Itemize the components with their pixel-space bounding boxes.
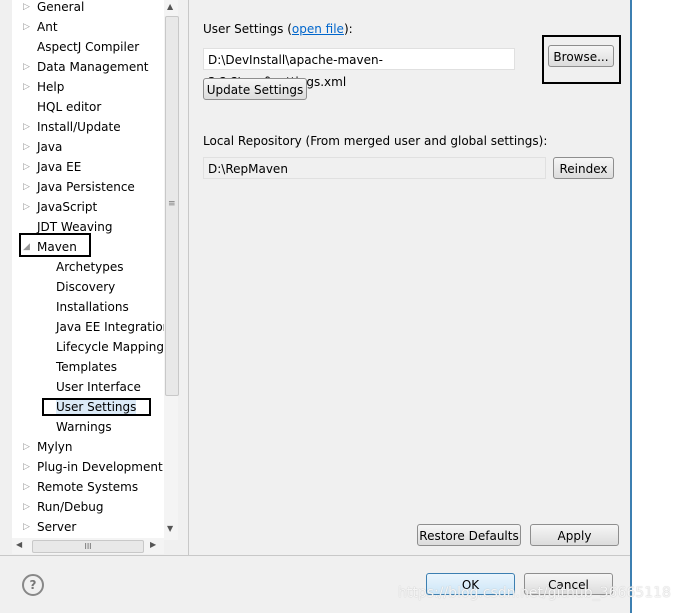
highlight-box bbox=[19, 233, 91, 257]
collapsed-twisty-icon[interactable]: ▷ bbox=[23, 157, 30, 177]
tree-item[interactable]: Java EE Integration bbox=[56, 317, 170, 337]
scroll-left-icon[interactable]: ◀ bbox=[16, 540, 22, 549]
collapsed-twisty-icon[interactable]: ▷ bbox=[23, 17, 30, 37]
highlight-box-browse bbox=[542, 35, 621, 84]
tree-item-label: User Interface bbox=[56, 380, 141, 394]
preferences-dialog: ▷ General ▷ Ant AspectJ Compiler ▷ Data Manage… bbox=[0, 0, 632, 613]
tree-item-label: Data Management bbox=[37, 60, 149, 74]
tree-item-label: Archetypes bbox=[56, 260, 124, 274]
watermark: https://blog.csdn.net/github_36665118 bbox=[398, 585, 671, 601]
tree-item[interactable]: ▷ Remote Systems bbox=[23, 477, 139, 497]
tree-item[interactable]: ▷ Mylyn bbox=[23, 437, 73, 457]
tree-item-label: Install/Update bbox=[37, 120, 121, 134]
tree-item-label: Warnings bbox=[56, 420, 112, 434]
tree-item[interactable]: Warnings bbox=[56, 417, 112, 437]
scroll-right-icon[interactable]: ▶ bbox=[150, 540, 156, 549]
tree-item[interactable]: User Interface bbox=[56, 377, 141, 397]
tree-item-label: Server bbox=[37, 520, 77, 534]
tree-item[interactable]: ▷ Run/Debug bbox=[23, 497, 104, 517]
collapsed-twisty-icon[interactable]: ▷ bbox=[23, 137, 30, 157]
tree-item[interactable]: Discovery bbox=[56, 277, 115, 297]
scroll-thumb[interactable]: ≡ bbox=[165, 16, 179, 396]
reindex-button[interactable]: Reindex bbox=[553, 157, 614, 179]
hscroll-thumb[interactable]: III bbox=[32, 540, 144, 553]
footer-divider bbox=[0, 555, 630, 556]
tree-item[interactable]: ▷ Server bbox=[23, 517, 77, 537]
tree-item-label: Java EE bbox=[37, 160, 82, 174]
tree-item[interactable]: ▷ Java Persistence bbox=[23, 177, 135, 197]
tree-item[interactable]: ▷ JavaScript bbox=[23, 197, 98, 217]
local-repository-field: D:\RepMaven bbox=[203, 157, 546, 179]
sash-divider[interactable] bbox=[188, 0, 189, 555]
scroll-down-icon[interactable]: ▼ bbox=[167, 524, 173, 533]
tree-item-label: JavaScript bbox=[37, 200, 98, 214]
tree-horizontal-scrollbar[interactable]: ◀ III ▶ bbox=[12, 538, 164, 554]
collapsed-twisty-icon[interactable]: ▷ bbox=[23, 177, 30, 197]
tree-item[interactable]: Lifecycle Mapping bbox=[56, 337, 164, 357]
user-settings-path-field[interactable]: D:\DevInstall\apache-maven-3.2.2\conf\se… bbox=[203, 48, 515, 89]
highlight-box bbox=[42, 398, 151, 416]
tree-item[interactable]: ▷ General bbox=[23, 0, 85, 17]
tree-item-label: Discovery bbox=[56, 280, 116, 294]
update-settings-button[interactable]: Update Settings bbox=[203, 78, 307, 100]
collapsed-twisty-icon[interactable]: ▷ bbox=[23, 457, 30, 477]
user-settings-label: User Settings (open file): bbox=[203, 22, 353, 36]
collapsed-twisty-icon[interactable]: ▷ bbox=[23, 0, 30, 17]
tree-item-label: Plug-in Development bbox=[37, 460, 163, 474]
collapsed-twisty-icon[interactable]: ▷ bbox=[23, 117, 30, 137]
tree-item[interactable]: Templates bbox=[56, 357, 117, 377]
tree-item-label: General bbox=[37, 0, 85, 14]
restore-defaults-button[interactable]: Restore Defaults bbox=[417, 524, 521, 546]
tree-item[interactable]: ▷ Help bbox=[23, 77, 65, 97]
tree-item[interactable]: ▷ Java EE bbox=[23, 157, 82, 177]
tree-item[interactable]: ▷ Install/Update bbox=[23, 117, 121, 137]
tree-item-label: Remote Systems bbox=[37, 480, 139, 494]
tree-item[interactable]: HQL editor bbox=[37, 97, 101, 117]
tree-item-label: Templates bbox=[56, 360, 118, 374]
preferences-tree: ▷ General ▷ Ant AspectJ Compiler ▷ Data Manage… bbox=[12, 0, 178, 540]
tree-item[interactable]: ▷ Java bbox=[23, 137, 63, 157]
tree-item[interactable]: ▷ Ant bbox=[23, 17, 58, 37]
tree-item[interactable]: ▷ Data Management bbox=[23, 57, 149, 77]
tree-item-label: Java bbox=[37, 140, 63, 154]
collapsed-twisty-icon[interactable]: ▷ bbox=[23, 517, 30, 537]
tree-item[interactable]: Installations bbox=[56, 297, 129, 317]
tree-item[interactable]: Archetypes bbox=[56, 257, 124, 277]
tree-item-label: Java Persistence bbox=[37, 180, 135, 194]
tree-item-label: Mylyn bbox=[37, 440, 73, 454]
scroll-up-icon[interactable]: ▲ bbox=[167, 2, 173, 11]
collapsed-twisty-icon[interactable]: ▷ bbox=[23, 197, 30, 217]
help-icon[interactable]: ? bbox=[22, 574, 44, 596]
tree-item-label: Installations bbox=[56, 300, 129, 314]
apply-button[interactable]: Apply bbox=[530, 524, 619, 546]
tree-item-label: Ant bbox=[37, 20, 58, 34]
open-file-link[interactable]: open file bbox=[292, 22, 344, 36]
grip-icon: ≡ bbox=[168, 199, 176, 209]
tree-item-label: HQL editor bbox=[37, 100, 102, 114]
collapsed-twisty-icon[interactable]: ▷ bbox=[23, 477, 30, 497]
collapsed-twisty-icon[interactable]: ▷ bbox=[23, 57, 30, 77]
tree-item-label: JDT Weaving bbox=[37, 220, 113, 234]
collapsed-twisty-icon[interactable]: ▷ bbox=[23, 77, 30, 97]
tree-item[interactable]: AspectJ Compiler bbox=[37, 37, 139, 57]
tree-item-label: Help bbox=[37, 80, 65, 94]
tree-item[interactable]: ▷ Plug-in Development bbox=[23, 457, 163, 477]
collapsed-twisty-icon[interactable]: ▷ bbox=[23, 437, 30, 457]
tree-item-label: Java EE Integration bbox=[56, 320, 171, 334]
tree-item-label: Lifecycle Mapping bbox=[56, 340, 164, 354]
local-repository-label: Local Repository (From merged user and g… bbox=[203, 134, 548, 148]
tree-item-label: Run/Debug bbox=[37, 500, 104, 514]
tree-vertical-scrollbar[interactable]: ▲ ≡ ▼ bbox=[164, 0, 179, 540]
tree-item-label: AspectJ Compiler bbox=[37, 40, 140, 54]
collapsed-twisty-icon[interactable]: ▷ bbox=[23, 497, 30, 517]
